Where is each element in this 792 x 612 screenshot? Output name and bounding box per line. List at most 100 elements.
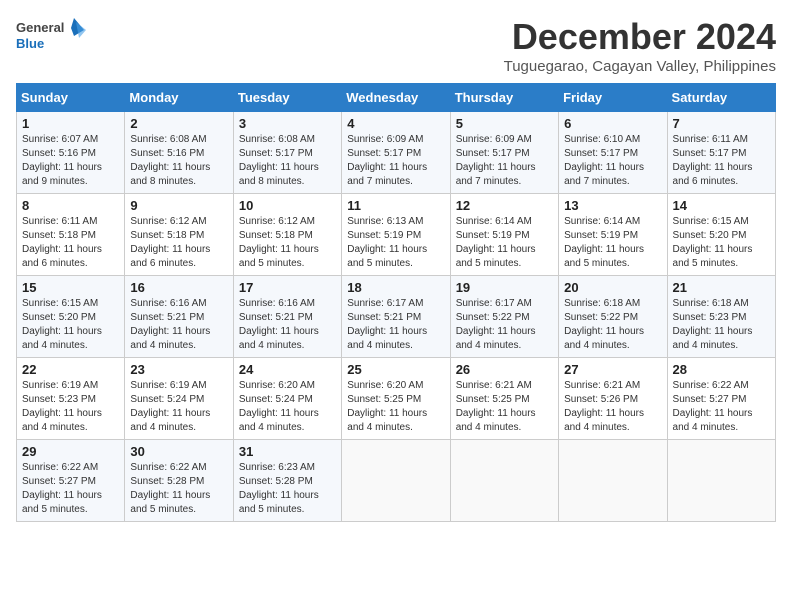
header-monday: Monday <box>125 84 233 112</box>
calendar-subtitle: Tuguegarao, Cagayan Valley, Philippines <box>504 58 776 75</box>
table-row: 6 Sunrise: 6:10 AMSunset: 5:17 PMDayligh… <box>559 112 667 194</box>
table-row: 22 Sunrise: 6:19 AMSunset: 5:23 PMDaylig… <box>17 358 125 440</box>
table-row: 11 Sunrise: 6:13 AMSunset: 5:19 PMDaylig… <box>342 194 450 276</box>
calendar-week-4: 22 Sunrise: 6:19 AMSunset: 5:23 PMDaylig… <box>17 358 776 440</box>
day-number: 1 <box>22 116 119 131</box>
day-number: 3 <box>239 116 336 131</box>
calendar-week-1: 1 Sunrise: 6:07 AMSunset: 5:16 PMDayligh… <box>17 112 776 194</box>
header-sunday: Sunday <box>17 84 125 112</box>
day-info: Sunrise: 6:22 AMSunset: 5:28 PMDaylight:… <box>130 462 210 515</box>
day-number: 21 <box>673 280 770 295</box>
day-number: 16 <box>130 280 227 295</box>
table-row: 23 Sunrise: 6:19 AMSunset: 5:24 PMDaylig… <box>125 358 233 440</box>
logo-svg: General Blue <box>16 16 86 58</box>
calendar-week-5: 29 Sunrise: 6:22 AMSunset: 5:27 PMDaylig… <box>17 440 776 522</box>
table-row: 26 Sunrise: 6:21 AMSunset: 5:25 PMDaylig… <box>450 358 558 440</box>
day-info: Sunrise: 6:19 AMSunset: 5:24 PMDaylight:… <box>130 380 210 433</box>
table-row: 9 Sunrise: 6:12 AMSunset: 5:18 PMDayligh… <box>125 194 233 276</box>
day-number: 6 <box>564 116 661 131</box>
svg-text:Blue: Blue <box>16 36 44 51</box>
table-row: 13 Sunrise: 6:14 AMSunset: 5:19 PMDaylig… <box>559 194 667 276</box>
table-row: 19 Sunrise: 6:17 AMSunset: 5:22 PMDaylig… <box>450 276 558 358</box>
table-row: 30 Sunrise: 6:22 AMSunset: 5:28 PMDaylig… <box>125 440 233 522</box>
table-row: 5 Sunrise: 6:09 AMSunset: 5:17 PMDayligh… <box>450 112 558 194</box>
day-info: Sunrise: 6:08 AMSunset: 5:16 PMDaylight:… <box>130 134 210 187</box>
day-number: 7 <box>673 116 770 131</box>
table-row: 4 Sunrise: 6:09 AMSunset: 5:17 PMDayligh… <box>342 112 450 194</box>
day-number: 19 <box>456 280 553 295</box>
table-row: 16 Sunrise: 6:16 AMSunset: 5:21 PMDaylig… <box>125 276 233 358</box>
day-info: Sunrise: 6:22 AMSunset: 5:27 PMDaylight:… <box>673 380 753 433</box>
header-saturday: Saturday <box>667 84 775 112</box>
day-number: 17 <box>239 280 336 295</box>
day-info: Sunrise: 6:07 AMSunset: 5:16 PMDaylight:… <box>22 134 102 187</box>
day-number: 25 <box>347 362 444 377</box>
day-info: Sunrise: 6:10 AMSunset: 5:17 PMDaylight:… <box>564 134 644 187</box>
day-info: Sunrise: 6:17 AMSunset: 5:21 PMDaylight:… <box>347 298 427 351</box>
calendar-table: Sunday Monday Tuesday Wednesday Thursday… <box>16 83 776 522</box>
table-row: 14 Sunrise: 6:15 AMSunset: 5:20 PMDaylig… <box>667 194 775 276</box>
day-number: 22 <box>22 362 119 377</box>
logo: General Blue <box>16 16 86 58</box>
day-number: 11 <box>347 198 444 213</box>
table-row <box>667 440 775 522</box>
header-row: Sunday Monday Tuesday Wednesday Thursday… <box>17 84 776 112</box>
day-info: Sunrise: 6:15 AMSunset: 5:20 PMDaylight:… <box>22 298 102 351</box>
day-info: Sunrise: 6:12 AMSunset: 5:18 PMDaylight:… <box>239 216 319 269</box>
table-row: 12 Sunrise: 6:14 AMSunset: 5:19 PMDaylig… <box>450 194 558 276</box>
header-wednesday: Wednesday <box>342 84 450 112</box>
day-number: 24 <box>239 362 336 377</box>
table-row: 21 Sunrise: 6:18 AMSunset: 5:23 PMDaylig… <box>667 276 775 358</box>
day-info: Sunrise: 6:21 AMSunset: 5:26 PMDaylight:… <box>564 380 644 433</box>
table-row <box>450 440 558 522</box>
day-info: Sunrise: 6:11 AMSunset: 5:17 PMDaylight:… <box>673 134 753 187</box>
svg-text:General: General <box>16 20 64 35</box>
table-row: 15 Sunrise: 6:15 AMSunset: 5:20 PMDaylig… <box>17 276 125 358</box>
day-info: Sunrise: 6:14 AMSunset: 5:19 PMDaylight:… <box>564 216 644 269</box>
table-row: 29 Sunrise: 6:22 AMSunset: 5:27 PMDaylig… <box>17 440 125 522</box>
day-info: Sunrise: 6:16 AMSunset: 5:21 PMDaylight:… <box>130 298 210 351</box>
day-number: 9 <box>130 198 227 213</box>
day-number: 23 <box>130 362 227 377</box>
table-row: 27 Sunrise: 6:21 AMSunset: 5:26 PMDaylig… <box>559 358 667 440</box>
day-info: Sunrise: 6:09 AMSunset: 5:17 PMDaylight:… <box>347 134 427 187</box>
table-row: 17 Sunrise: 6:16 AMSunset: 5:21 PMDaylig… <box>233 276 341 358</box>
day-info: Sunrise: 6:21 AMSunset: 5:25 PMDaylight:… <box>456 380 536 433</box>
day-info: Sunrise: 6:18 AMSunset: 5:22 PMDaylight:… <box>564 298 644 351</box>
title-area: December 2024 Tuguegarao, Cagayan Valley… <box>504 16 776 75</box>
calendar-week-2: 8 Sunrise: 6:11 AMSunset: 5:18 PMDayligh… <box>17 194 776 276</box>
table-row: 31 Sunrise: 6:23 AMSunset: 5:28 PMDaylig… <box>233 440 341 522</box>
day-number: 18 <box>347 280 444 295</box>
day-info: Sunrise: 6:14 AMSunset: 5:19 PMDaylight:… <box>456 216 536 269</box>
table-row: 2 Sunrise: 6:08 AMSunset: 5:16 PMDayligh… <box>125 112 233 194</box>
calendar-week-3: 15 Sunrise: 6:15 AMSunset: 5:20 PMDaylig… <box>17 276 776 358</box>
day-number: 27 <box>564 362 661 377</box>
day-number: 20 <box>564 280 661 295</box>
day-info: Sunrise: 6:17 AMSunset: 5:22 PMDaylight:… <box>456 298 536 351</box>
day-info: Sunrise: 6:20 AMSunset: 5:24 PMDaylight:… <box>239 380 319 433</box>
header-friday: Friday <box>559 84 667 112</box>
day-info: Sunrise: 6:11 AMSunset: 5:18 PMDaylight:… <box>22 216 102 269</box>
table-row: 1 Sunrise: 6:07 AMSunset: 5:16 PMDayligh… <box>17 112 125 194</box>
day-number: 14 <box>673 198 770 213</box>
day-number: 4 <box>347 116 444 131</box>
table-row: 28 Sunrise: 6:22 AMSunset: 5:27 PMDaylig… <box>667 358 775 440</box>
day-info: Sunrise: 6:08 AMSunset: 5:17 PMDaylight:… <box>239 134 319 187</box>
table-row: 24 Sunrise: 6:20 AMSunset: 5:24 PMDaylig… <box>233 358 341 440</box>
day-info: Sunrise: 6:20 AMSunset: 5:25 PMDaylight:… <box>347 380 427 433</box>
day-number: 29 <box>22 444 119 459</box>
header-tuesday: Tuesday <box>233 84 341 112</box>
day-number: 13 <box>564 198 661 213</box>
day-info: Sunrise: 6:23 AMSunset: 5:28 PMDaylight:… <box>239 462 319 515</box>
table-row: 25 Sunrise: 6:20 AMSunset: 5:25 PMDaylig… <box>342 358 450 440</box>
day-number: 12 <box>456 198 553 213</box>
day-info: Sunrise: 6:19 AMSunset: 5:23 PMDaylight:… <box>22 380 102 433</box>
day-number: 10 <box>239 198 336 213</box>
day-info: Sunrise: 6:13 AMSunset: 5:19 PMDaylight:… <box>347 216 427 269</box>
day-number: 8 <box>22 198 119 213</box>
day-info: Sunrise: 6:16 AMSunset: 5:21 PMDaylight:… <box>239 298 319 351</box>
table-row: 10 Sunrise: 6:12 AMSunset: 5:18 PMDaylig… <box>233 194 341 276</box>
day-number: 15 <box>22 280 119 295</box>
table-row: 7 Sunrise: 6:11 AMSunset: 5:17 PMDayligh… <box>667 112 775 194</box>
page-header: General Blue December 2024 Tuguegarao, C… <box>16 16 776 75</box>
